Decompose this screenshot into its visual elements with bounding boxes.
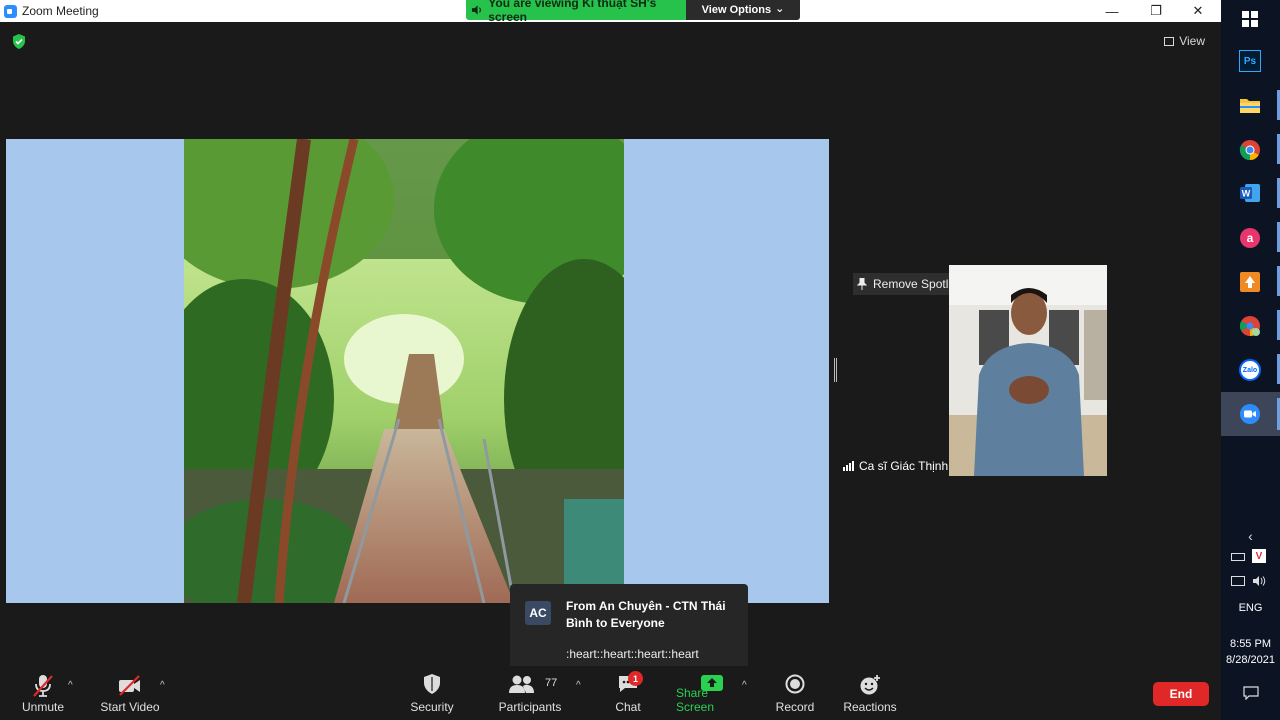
title-bar: Zoom Meeting You are viewing Kĩ thuật SH… <box>0 0 1221 24</box>
grid-icon <box>1164 36 1175 46</box>
zoom-icon[interactable] <box>1238 402 1262 426</box>
participant-video <box>949 265 1107 476</box>
participants-options-caret[interactable]: ^ <box>576 680 581 691</box>
muted-mic-icon <box>33 675 53 697</box>
smiley-add-icon <box>860 675 880 695</box>
shared-photo <box>184 139 624 603</box>
meeting-toolbar: Unmute ^ Start Video ^ Security 77 Parti… <box>0 666 1221 720</box>
video-options-caret[interactable]: ^ <box>160 680 165 691</box>
close-button[interactable]: ✕ <box>1176 0 1220 22</box>
network-icon[interactable] <box>1231 576 1245 586</box>
chat-label: Chat <box>615 700 641 714</box>
avatar: AC <box>525 601 551 625</box>
reactions-label: Reactions <box>843 700 897 714</box>
viewing-text: You are viewing Kĩ thuật SH's screen <box>488 0 657 24</box>
end-meeting-button[interactable]: End <box>1153 682 1209 706</box>
security-label: Security <box>410 700 454 714</box>
meeting-area: View Remove Spotlight Ca sĩ Giác Thịnh A… <box>0 22 1221 683</box>
chrome-profile-icon[interactable] <box>1238 314 1262 338</box>
view-options-label: View Options <box>701 4 772 16</box>
chrome-icon[interactable] <box>1238 138 1262 162</box>
zalo-icon[interactable]: Zalo <box>1238 358 1262 382</box>
svg-text:a: a <box>1247 231 1254 245</box>
photoshop-label: Ps <box>1239 50 1261 72</box>
chat-sender: From An Chuyên - CTN Thái Bình to Everyo… <box>566 599 726 630</box>
shield-icon <box>424 674 440 694</box>
participants-label: Participants <box>498 700 562 714</box>
video-off-icon <box>119 675 140 696</box>
start-video-button[interactable]: Start Video <box>100 666 160 720</box>
svg-text:W: W <box>1242 189 1251 199</box>
photoshop-icon[interactable]: Ps <box>1238 49 1262 73</box>
reactions-button[interactable]: Reactions <box>842 666 898 720</box>
shield-check-icon[interactable] <box>12 34 26 49</box>
participants-count: 77 <box>545 677 558 689</box>
windows-taskbar: Ps W a Zalo ‹ V ENG 8:55 PM 8/28/2021 <box>1221 0 1280 720</box>
signal-strength-icon <box>843 461 854 471</box>
view-label: View <box>1179 34 1205 48</box>
app-a-icon[interactable]: a <box>1238 226 1262 250</box>
start-video-label: Start Video <box>100 700 160 714</box>
share-options-caret[interactable]: ^ <box>742 680 747 691</box>
app-orange-icon[interactable] <box>1238 270 1262 294</box>
windows-start-icon[interactable] <box>1238 7 1262 31</box>
record-icon <box>785 674 805 694</box>
security-button[interactable]: Security <box>406 666 458 720</box>
participants-button[interactable]: 77 Participants <box>498 666 562 720</box>
clock-date[interactable]: 8/28/2021 <box>1221 654 1280 666</box>
file-explorer-icon[interactable] <box>1238 93 1262 117</box>
pin-icon <box>857 278 867 290</box>
share-screen-button[interactable]: Share Screen <box>676 666 748 720</box>
shared-screen <box>6 139 829 603</box>
chevron-down-icon: ⌄ <box>775 2 785 15</box>
restore-button[interactable]: ❐ <box>1134 0 1178 22</box>
share-screen-icon <box>701 675 723 691</box>
app-v-tray-icon[interactable]: V <box>1252 549 1266 563</box>
notification-icon[interactable] <box>1243 686 1259 700</box>
unmute-button[interactable]: Unmute <box>18 666 68 720</box>
participants-icon <box>509 675 534 693</box>
chat-message: :heart::heart::heart::heart <box>566 647 699 661</box>
window-title: Zoom Meeting <box>22 4 99 18</box>
chat-unread-badge: 1 <box>628 671 643 686</box>
zalo-label: Zalo <box>1239 359 1261 381</box>
chat-notification[interactable]: AC From An Chuyên - CTN Thái Bình to Eve… <box>510 584 748 683</box>
view-button[interactable]: View <box>1164 34 1205 48</box>
record-label: Record <box>775 700 815 714</box>
resize-handle[interactable] <box>834 358 837 382</box>
viewing-screen-banner: You are viewing Kĩ thuật SH's screen <box>466 0 686 24</box>
volume-icon[interactable] <box>1252 575 1266 587</box>
minimize-button[interactable]: — <box>1090 0 1134 22</box>
clock-time[interactable]: 8:55 PM <box>1221 638 1280 650</box>
chevron-left-icon[interactable]: ‹ <box>1221 528 1280 544</box>
view-options-button[interactable]: View Options ⌄ <box>686 0 800 20</box>
zoom-app-icon <box>4 4 17 18</box>
audio-options-caret[interactable]: ^ <box>68 680 73 691</box>
speaker-icon <box>471 5 481 15</box>
record-button[interactable]: Record <box>772 666 818 720</box>
participant-name-label: Ca sĩ Giác Thịnh <box>843 459 948 473</box>
word-icon[interactable]: W <box>1238 181 1262 205</box>
language-indicator[interactable]: ENG <box>1221 602 1280 614</box>
battery-icon[interactable] <box>1231 553 1245 561</box>
unmute-label: Unmute <box>21 700 65 714</box>
participant-name: Ca sĩ Giác Thịnh <box>859 459 949 473</box>
